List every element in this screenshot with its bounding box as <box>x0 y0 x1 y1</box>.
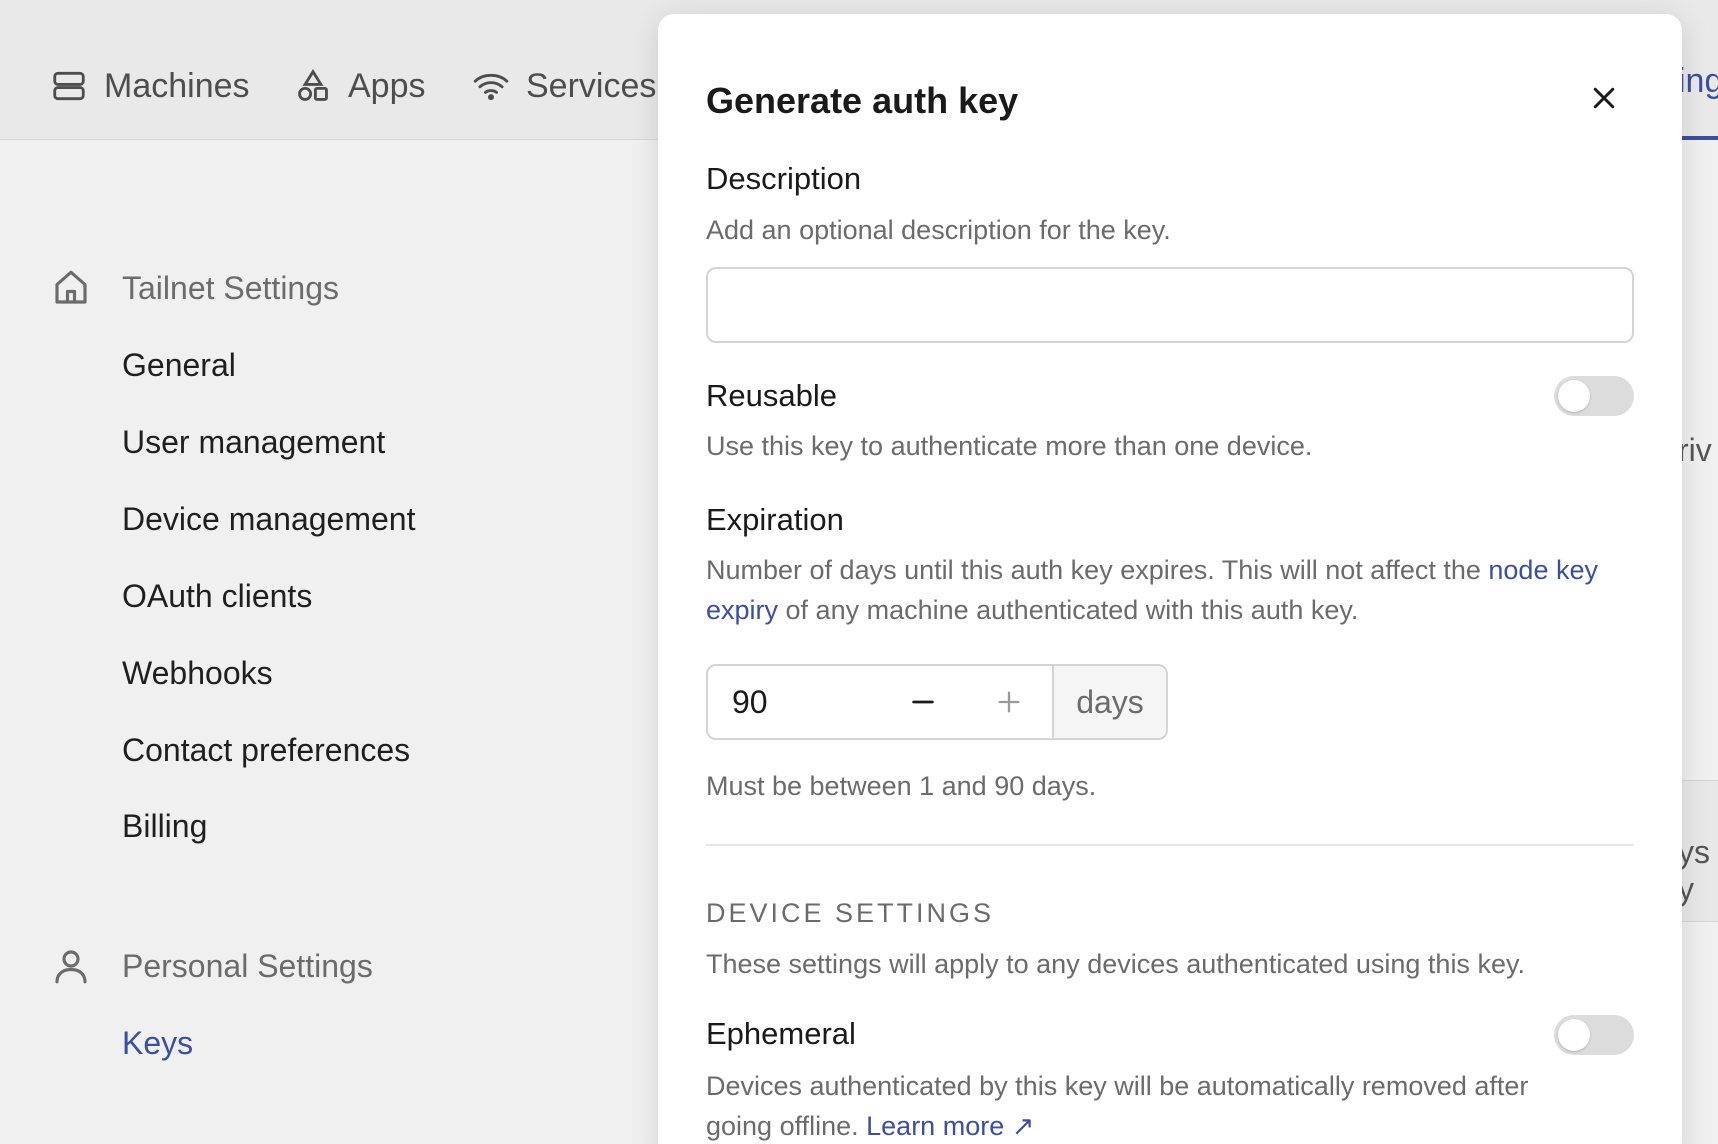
sidebar-item-user-management[interactable]: User management <box>122 424 385 461</box>
description-hint: Add an optional description for the key. <box>706 215 1171 245</box>
nav-active-underline <box>1682 136 1718 140</box>
nav-machines-label: Machines <box>104 66 250 105</box>
toggle-knob <box>1558 380 1590 412</box>
sidebar-group-personal: Personal Settings <box>50 945 373 987</box>
nav-services[interactable]: Services <box>472 62 656 110</box>
learn-more-link[interactable]: Learn more ↗ <box>866 1111 1034 1141</box>
sidebar-item-contact-preferences[interactable]: Contact preferences <box>122 732 410 769</box>
close-button[interactable] <box>1578 72 1630 124</box>
ephemeral-label: Ephemeral <box>706 1016 856 1051</box>
sidebar-group-personal-label: Personal Settings <box>122 947 373 984</box>
nav-services-label: Services <box>526 66 657 105</box>
device-settings-heading: DEVICE SETTINGS <box>706 898 995 928</box>
expiration-hint-text-end: of any machine authenticated with this a… <box>778 595 1359 625</box>
close-icon <box>1593 87 1615 109</box>
expiration-stepper: 90 days <box>706 664 1168 740</box>
user-icon <box>55 950 87 984</box>
ephemeral-toggle[interactable] <box>1554 1015 1634 1055</box>
nav-apps-label: Apps <box>348 66 426 105</box>
nav-machines[interactable]: Machines <box>50 62 250 110</box>
expiration-unit: days <box>1052 666 1166 738</box>
ephemeral-hint: Devices authenticated by this key will b… <box>706 1066 1536 1144</box>
sidebar-item-webhooks[interactable]: Webhooks <box>122 655 273 692</box>
sidebar-item-general[interactable]: General <box>122 347 236 384</box>
expiration-label: Expiration <box>706 502 844 537</box>
expiration-hint-text: Number of days until this auth key expir… <box>706 555 1489 585</box>
dialog-title: Generate auth key <box>706 80 1019 121</box>
background-text-fragment: ys y <box>1678 834 1710 907</box>
decrement-button[interactable] <box>880 666 966 738</box>
minus-icon <box>912 700 934 704</box>
expiration-days-input[interactable]: 90 <box>708 666 880 738</box>
sidebar-item-keys[interactable]: Keys <box>122 1025 193 1062</box>
generate-auth-key-dialog: Generate auth key Description Add an opt… <box>658 14 1682 1144</box>
shapes-icon <box>298 69 328 101</box>
wifi-icon <box>473 73 509 101</box>
toggle-knob <box>1558 1019 1590 1051</box>
ephemeral-hint-text: Devices authenticated by this key will b… <box>706 1071 1529 1141</box>
sidebar-group-tailnet: Tailnet Settings <box>50 267 339 309</box>
server-icon <box>53 71 85 101</box>
reusable-hint: Use this key to authenticate more than o… <box>706 431 1313 461</box>
settings-sidebar: Tailnet Settings General User management… <box>0 141 660 1144</box>
sidebar-group-tailnet-label: Tailnet Settings <box>122 269 340 306</box>
description-label: Description <box>706 161 862 196</box>
background-text-fragment: riv <box>1678 432 1712 468</box>
expiration-constraint: Must be between 1 and 90 days. <box>706 771 1097 801</box>
expiration-hint: Number of days until this auth key expir… <box>706 550 1636 630</box>
increment-button[interactable] <box>966 666 1052 738</box>
reusable-toggle[interactable] <box>1554 376 1634 416</box>
home-icon <box>55 270 87 304</box>
section-divider <box>706 844 1634 846</box>
reusable-label: Reusable <box>706 378 837 413</box>
plus-icon <box>998 691 1020 713</box>
description-input[interactable] <box>706 267 1634 343</box>
sidebar-item-device-management[interactable]: Device management <box>122 501 415 538</box>
sidebar-item-oauth-clients[interactable]: OAuth clients <box>122 578 312 615</box>
device-settings-hint: These settings will apply to any devices… <box>706 949 1525 979</box>
nav-apps[interactable]: Apps <box>294 62 426 110</box>
nav-settings-clipped-label[interactable]: ing <box>1678 62 1718 101</box>
sidebar-item-billing[interactable]: Billing <box>122 808 207 845</box>
